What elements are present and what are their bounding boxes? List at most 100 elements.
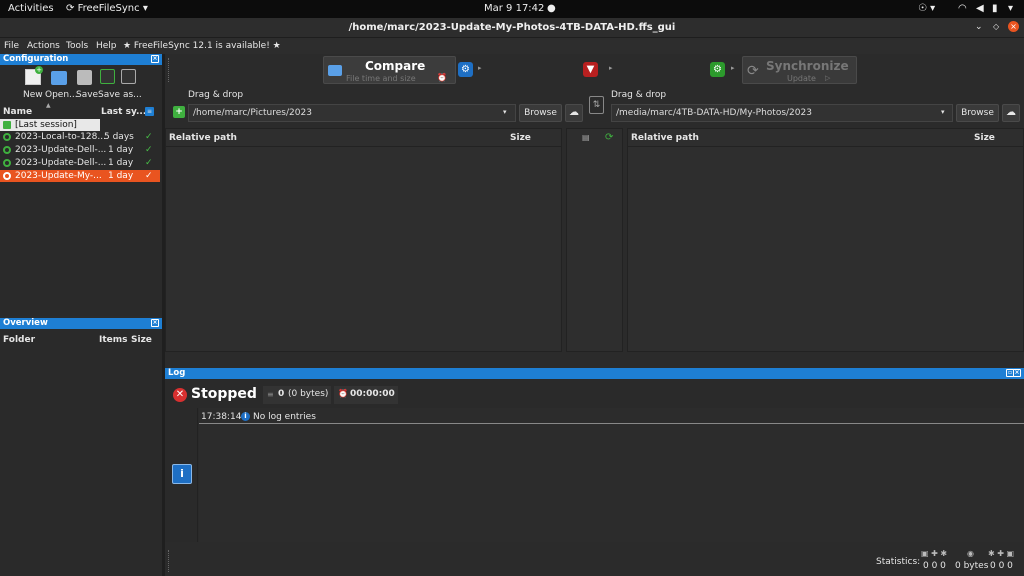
log-entries-list[interactable]: 17:38:14 i No log entries [199,408,1024,542]
files-icon: ≡ [267,390,274,399]
synchronize-button[interactable]: ⟳ Synchronize Update ▷ [742,56,857,84]
save-as-batch-icon[interactable] [121,69,136,84]
statusbar-grip [168,550,169,572]
middle-action-grid[interactable]: ▤ ⟳ [566,128,623,352]
notification-dot-icon: ● [547,3,556,14]
left-column-relative-path[interactable]: Relative path [169,133,237,143]
filter-dropdown-arrow-icon[interactable]: ▸ [609,64,613,72]
save-button-label[interactable]: Save [76,90,98,100]
right-create-delete-update-icons: ✱ ✚ ▣ [988,549,1015,558]
save-disk-icon[interactable] [77,70,92,85]
right-file-grid[interactable]: Relative path Size [627,128,1024,352]
volume-icon[interactable]: ◀ [976,3,984,14]
left-folder-dropdown-icon[interactable]: ▾ [503,108,507,116]
overview-header: Overview × [0,318,162,329]
configuration-panel: Configuration × + New Open... Save Save … [0,54,162,316]
info-filter-icon[interactable]: i [172,464,192,484]
column-last-sync[interactable]: Last sy... [101,107,146,117]
system-menu-chevron-icon[interactable]: ▾ [1008,3,1013,14]
list-item-config[interactable]: 2023-Update-Dell-... 1 day ✓ [0,157,160,169]
compare-magnifier-icon [328,65,342,76]
right-cloud-icon[interactable]: ☁ [1002,104,1020,122]
compare-button[interactable]: Compare File time and size ⏰ [323,56,456,84]
update-available-notice[interactable]: ★ FreeFileSync 12.1 is available! ★ [123,41,281,51]
right-drag-drop-label: Drag & drop [611,90,667,100]
sync-settings-gear-icon[interactable]: ⚙ [710,62,725,77]
log-panel: Log ▫ × ✕ Stopped ≡ 0 (0 bytes) ⏰ 00:00:… [165,368,1024,542]
menu-bar: File Actions Tools Help ★ FreeFileSync 1… [0,38,1024,54]
session-icon [3,121,11,129]
configuration-header: Configuration × [0,54,162,65]
app-menu[interactable]: ⟳ FreeFileSync ▾ [66,3,148,14]
minimize-icon[interactable]: ⌄ [975,22,983,32]
sync-config-icon [3,159,11,167]
right-column-relative-path[interactable]: Relative path [631,133,699,143]
menu-actions[interactable]: Actions [27,41,60,51]
right-folder-dropdown-icon[interactable]: ▾ [941,108,945,116]
activities-button[interactable]: Activities [8,3,54,14]
sync-direction-icon: ▷ [825,74,831,82]
stopwatch-icon: ⏰ [338,389,348,398]
list-item-config-selected[interactable]: 2023-Update-My-... 1 day ✓ [0,170,160,182]
column-folder[interactable]: Folder [3,335,35,345]
wifi-icon[interactable]: ◠ [958,3,967,14]
clock-icon: ⏰ [437,73,447,82]
new-button-label[interactable]: New [23,90,43,100]
sync-action-view-icon[interactable]: ⟳ [605,132,613,143]
plus-icon: + [35,66,43,74]
sync-config-icon [3,146,11,154]
column-name[interactable]: Name [3,107,32,117]
compare-settings-gear-icon[interactable]: ⚙ [458,62,473,77]
open-button-label[interactable]: Open... [45,90,78,100]
right-column-size[interactable]: Size [974,133,995,143]
list-item-last-session[interactable]: [Last session] [0,119,100,131]
accessibility-icon[interactable]: ☉ ▾ [918,3,935,14]
left-drag-drop-label: Drag & drop [188,90,244,100]
left-column-size[interactable]: Size [510,133,531,143]
menu-tools[interactable]: Tools [66,41,88,51]
open-config-icon[interactable] [51,71,67,85]
log-header: Log ▫ × [165,368,1024,379]
clock[interactable]: Mar 9 17:42 [484,3,544,14]
checkmark-icon: ✓ [145,132,153,142]
filter-funnel-icon[interactable]: ▼ [583,62,598,77]
statistics-label: Statistics: [876,557,921,567]
compare-dropdown-arrow-icon[interactable]: ▸ [478,64,482,72]
elapsed-time-box: ⏰ 00:00:00 [334,386,398,404]
info-icon: i [241,412,250,421]
right-browse-button[interactable]: Browse [956,104,999,122]
save-as-disk-icon[interactable] [100,69,115,84]
list-item-config[interactable]: 2023-Update-Dell-... 1 day ✓ [0,144,160,156]
right-folder-input[interactable]: /media/marc/4TB-DATA-HD/My-Photos/2023 [611,104,953,122]
sync-dropdown-arrow-icon[interactable]: ▸ [731,64,735,72]
stopped-error-icon: ✕ [173,388,187,402]
checkmark-icon: ✓ [145,158,153,168]
right-stats-counts: 0 0 0 [990,561,1013,571]
new-config-icon[interactable]: + [25,66,43,85]
menu-file[interactable]: File [4,41,19,51]
swap-sides-icon[interactable]: ⇅ [589,96,604,114]
left-folder-input[interactable]: /home/marc/Pictures/2023 [188,104,516,122]
left-browse-button[interactable]: Browse [519,104,562,122]
left-grid-header: Relative path Size [166,129,561,147]
menu-help[interactable]: Help [96,41,117,51]
maximize-icon[interactable]: ◇ [993,22,999,31]
log-status: Stopped [191,386,257,402]
add-folder-pair-plus-icon[interactable]: + [173,106,185,118]
column-options-icon[interactable]: ≡ [145,107,154,116]
panel-close-icon[interactable]: × [151,319,159,327]
sync-config-icon [3,133,11,141]
column-items[interactable]: Items [99,335,128,345]
data-transfer-icon: ◉ [967,549,974,558]
column-size[interactable]: Size [131,335,152,345]
save-as-button-label[interactable]: Save as... [98,90,142,100]
left-cloud-icon[interactable]: ☁ [565,104,583,122]
close-icon[interactable]: × [1008,21,1019,32]
panel-close-icon[interactable]: × [1013,369,1021,377]
left-file-grid[interactable]: Relative path Size [165,128,562,352]
sync-config-icon [3,172,11,180]
battery-icon[interactable]: ▮ [992,3,998,14]
category-view-icon[interactable]: ▤ [582,133,590,142]
panel-close-icon[interactable]: × [151,55,159,63]
list-item-config[interactable]: 2023-Local-to-128... 5 days ✓ [0,131,160,143]
